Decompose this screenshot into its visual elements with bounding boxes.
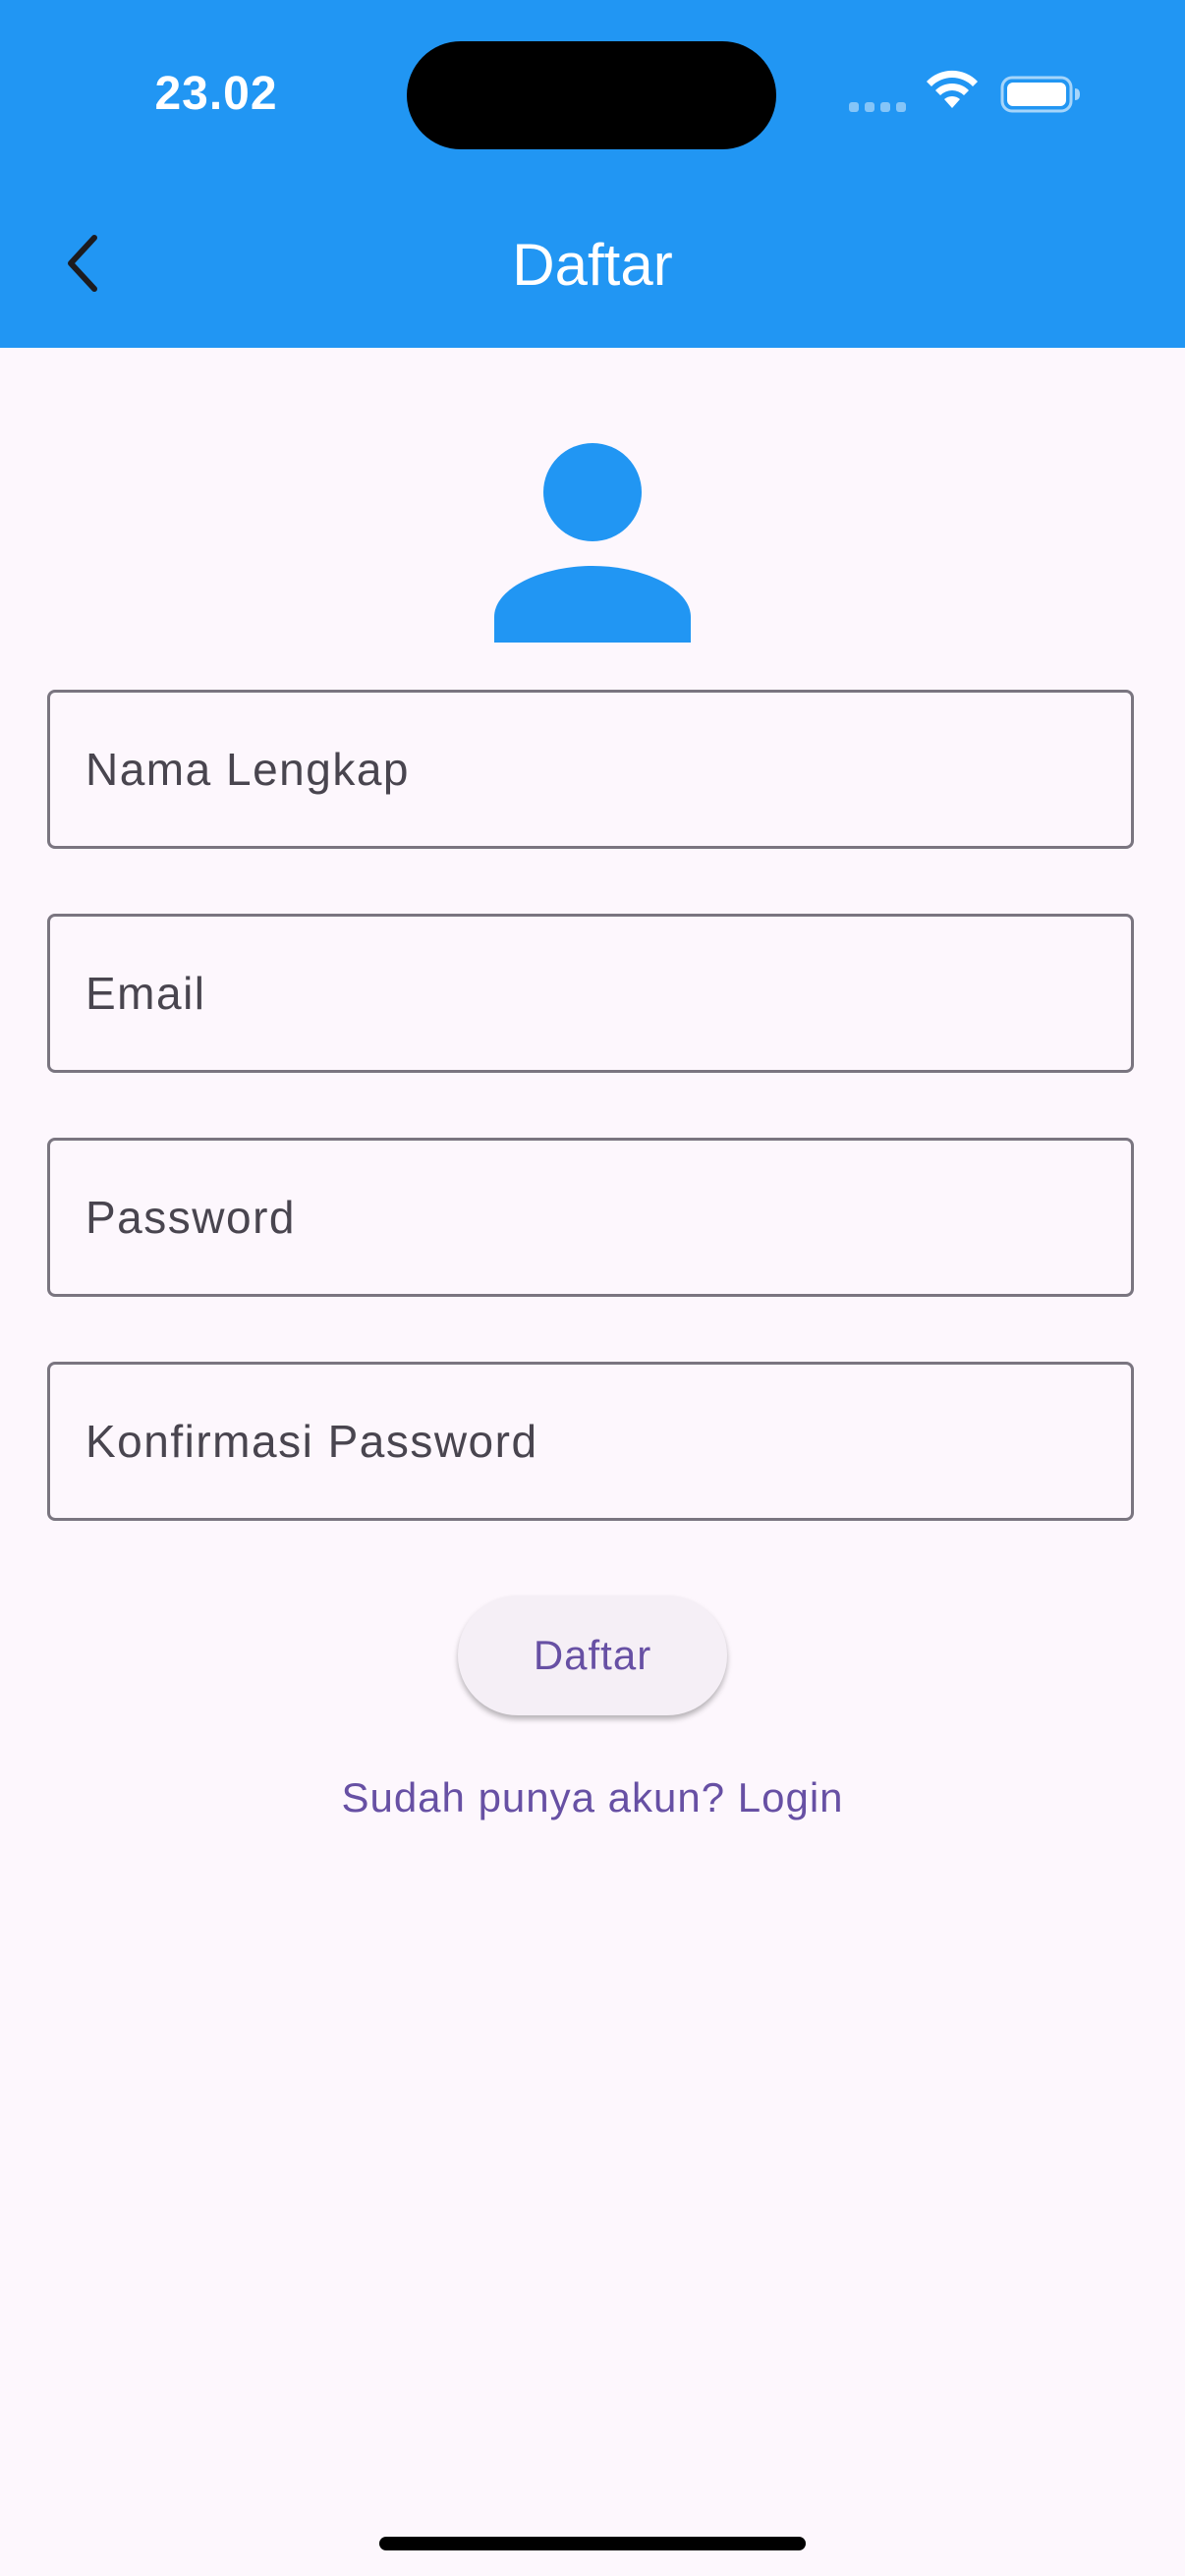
password-field[interactable]: Password — [47, 1138, 1134, 1297]
email-field[interactable]: Email — [47, 914, 1134, 1073]
password-placeholder: Password — [85, 1192, 296, 1243]
email-placeholder: Email — [85, 968, 206, 1019]
register-button[interactable]: Daftar — [458, 1596, 727, 1715]
login-link[interactable]: Sudah punya akun? Login — [0, 1766, 1185, 1829]
cellular-signal-icon — [849, 98, 908, 112]
app-bar: 23.02 Daftar — [0, 0, 1185, 348]
battery-icon — [1000, 76, 1080, 113]
status-time: 23.02 — [154, 68, 278, 120]
wifi-icon — [927, 70, 978, 108]
person-icon — [494, 443, 691, 643]
full-name-placeholder: Nama Lengkap — [85, 744, 410, 795]
full-name-field[interactable]: Nama Lengkap — [47, 690, 1134, 849]
confirm-password-placeholder: Konfirmasi Password — [85, 1416, 538, 1467]
confirm-password-field[interactable]: Konfirmasi Password — [47, 1362, 1134, 1521]
dynamic-island — [407, 41, 776, 149]
page-title: Daftar — [512, 232, 673, 298]
home-indicator[interactable] — [379, 2537, 806, 2550]
